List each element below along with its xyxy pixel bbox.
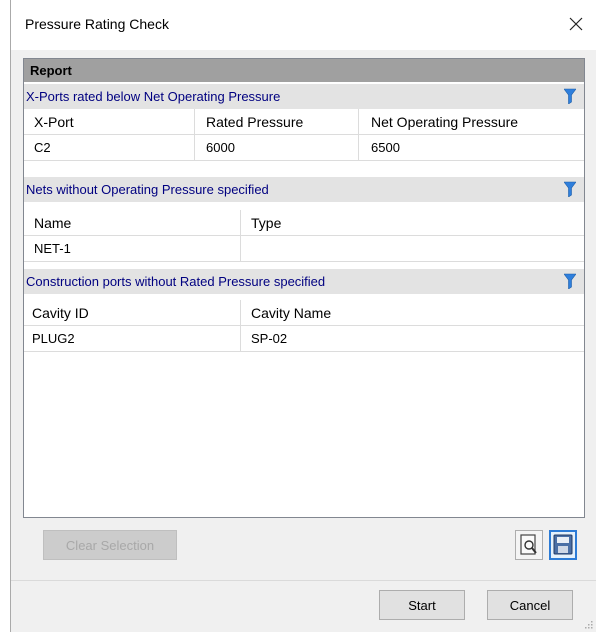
section-title: Construction ports without Rated Pressur… (26, 274, 326, 289)
column-header[interactable]: Name (34, 210, 240, 235)
table-row[interactable]: C2 6000 6500 (24, 135, 584, 161)
section-title: X-Ports rated below Net Operating Pressu… (26, 89, 281, 104)
cancel-button[interactable]: Cancel (487, 590, 573, 620)
column-header[interactable]: Type (240, 210, 584, 235)
table-cell: C2 (34, 140, 51, 155)
section-construction-ports-without-rated-pressure[interactable]: Construction ports without Rated Pressur… (24, 269, 584, 294)
report-header: Report (24, 59, 584, 82)
table-cell: 6000 (194, 135, 358, 160)
save-report-button[interactable] (549, 530, 577, 560)
start-button[interactable]: Start (379, 590, 465, 620)
table-row[interactable]: PLUG2 SP-02 (24, 326, 584, 352)
table-cell: PLUG2 (32, 331, 75, 346)
clear-selection-button[interactable]: Clear Selection (43, 530, 177, 560)
column-header[interactable]: Rated Pressure (194, 109, 358, 134)
table-cell: SP-02 (240, 326, 584, 351)
print-preview-icon (520, 534, 537, 555)
section-nets-without-operating-pressure[interactable]: Nets without Operating Pressure specifie… (24, 177, 584, 202)
section-title: Nets without Operating Pressure specifie… (26, 182, 269, 197)
grid-header-row: Name Type (24, 210, 584, 236)
column-header[interactable]: Cavity ID (32, 300, 240, 325)
grid-header-row: X-Port Rated Pressure Net Operating Pres… (24, 109, 584, 135)
table-cell: NET-1 (34, 241, 71, 256)
column-header[interactable]: Net Operating Pressure (358, 109, 584, 134)
report-toolbar: Clear Selection (23, 520, 585, 574)
footer-separator (11, 580, 596, 581)
save-icon (553, 534, 573, 555)
column-header[interactable]: X-Port (34, 109, 205, 134)
grid-header-row: Cavity ID Cavity Name (24, 300, 584, 326)
nets-grid: Name Type NET-1 (24, 210, 584, 262)
filter-icon[interactable] (563, 181, 577, 200)
close-button[interactable] (556, 6, 596, 42)
close-icon (569, 17, 583, 31)
resize-grip-icon[interactable] (583, 619, 593, 629)
filter-icon[interactable] (563, 273, 577, 292)
column-header[interactable]: Cavity Name (240, 300, 584, 325)
section-xports-below-net-pressure[interactable]: X-Ports rated below Net Operating Pressu… (24, 84, 584, 109)
report-panel: Report X-Ports rated below Net Operating… (23, 58, 585, 518)
table-cell: 6500 (358, 135, 584, 160)
table-row[interactable]: NET-1 (24, 236, 584, 262)
construction-ports-grid: Cavity ID Cavity Name PLUG2 SP-02 (24, 300, 584, 352)
title-bar: Pressure Rating Check (11, 0, 596, 50)
window-title: Pressure Rating Check (25, 16, 169, 32)
dialog-window: Pressure Rating Check Report X-Ports rat… (10, 0, 596, 632)
table-cell (240, 236, 584, 261)
xports-grid: X-Port Rated Pressure Net Operating Pres… (24, 109, 584, 161)
filter-icon[interactable] (563, 88, 577, 107)
print-preview-button[interactable] (515, 530, 543, 560)
